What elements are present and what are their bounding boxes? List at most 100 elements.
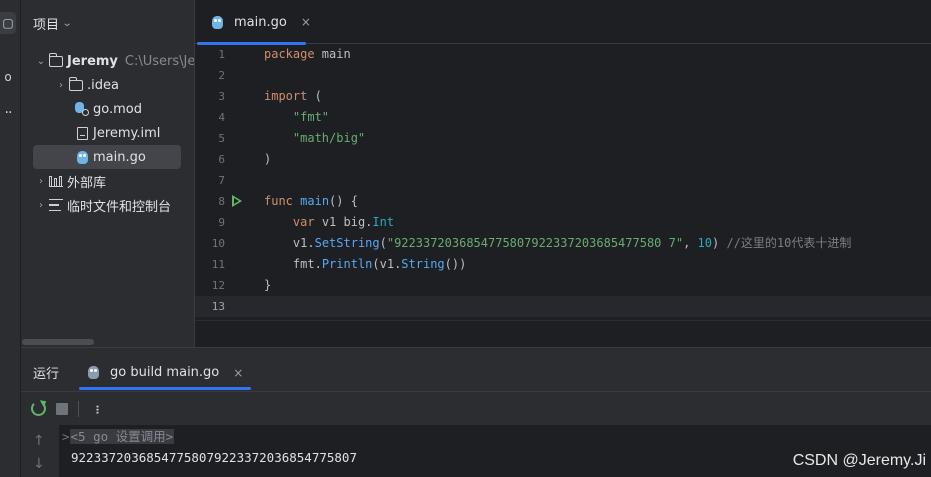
code-token: func bbox=[264, 194, 293, 208]
code-line-6: ) bbox=[263, 149, 931, 170]
module-folder-icon bbox=[48, 52, 64, 69]
code-line-9: var v1 big.Int bbox=[263, 212, 931, 233]
editor-empty-area bbox=[195, 320, 931, 347]
tree-item-label: Jeremy bbox=[67, 53, 118, 69]
code-token: package bbox=[264, 47, 315, 61]
line-number: 4 bbox=[218, 111, 225, 124]
editor-gutter: 1 2 3 4 5 6 7 8 9 10 11 12 13 bbox=[195, 44, 261, 320]
code-token: ) bbox=[264, 152, 272, 166]
console-command: <5 go 设置调用> bbox=[69, 429, 175, 444]
tree-item-main-go[interactable]: main.go bbox=[33, 145, 181, 169]
tree-item-scratches[interactable]: › 临时文件和控制台 bbox=[21, 193, 194, 217]
chevron-right-icon[interactable]: › bbox=[34, 176, 48, 187]
line-number: 1 bbox=[218, 48, 225, 61]
tab-main-go[interactable]: main.go × bbox=[195, 0, 311, 45]
file-icon bbox=[74, 125, 90, 141]
code-token: ()) bbox=[444, 257, 467, 271]
line-number: 6 bbox=[218, 153, 225, 166]
gopher-icon bbox=[209, 14, 225, 30]
project-tree: ⌄ Jeremy C:\Users\Jeremy › .idea go.mod … bbox=[21, 49, 194, 217]
project-panel-title: 项目 bbox=[33, 18, 60, 33]
code-token: , bbox=[683, 236, 698, 250]
code-line-10: v1.SetString("92233720368547758079223372… bbox=[263, 233, 931, 254]
code-token: fmt. bbox=[292, 257, 322, 271]
code-editor: main.go × 1 2 3 4 5 6 7 8 9 10 11 12 13 … bbox=[194, 0, 931, 347]
code-line-8: func main() { bbox=[263, 191, 931, 212]
line-number: 9 bbox=[218, 216, 225, 229]
more-tools-icon[interactable]: ·· bbox=[0, 102, 16, 124]
tree-item-go-mod[interactable]: go.mod bbox=[21, 97, 194, 121]
tree-item-idea[interactable]: › .idea bbox=[21, 73, 194, 97]
tree-item-path: C:\Users\Jeremy bbox=[124, 53, 194, 69]
code-token: SetString bbox=[314, 236, 380, 250]
tab-label: main.go bbox=[234, 14, 287, 30]
toolbar-separator bbox=[78, 400, 79, 417]
run-toolbar: ··· bbox=[21, 391, 931, 425]
console-command-line: ><5 go 设置调用> bbox=[62, 428, 175, 446]
commit-toolwindow-icon[interactable]: o bbox=[0, 66, 16, 88]
watermark: CSDN @Jeremy.Ji bbox=[792, 452, 926, 469]
tree-item-jeremy[interactable]: ⌄ Jeremy C:\Users\Jeremy bbox=[21, 49, 194, 73]
tree-item-external-libraries[interactable]: › 外部库 bbox=[21, 169, 194, 193]
line-number: 5 bbox=[218, 132, 225, 145]
close-icon[interactable]: × bbox=[233, 366, 243, 380]
run-panel: 运行 go build main.go × ··· ↑ ↓ ><5 go 设置调… bbox=[21, 347, 931, 477]
go-build-icon bbox=[85, 365, 101, 381]
code-token: "9223372036854775807922337203685477580 7… bbox=[386, 236, 684, 250]
scratches-icon bbox=[48, 197, 64, 213]
go-mod-icon bbox=[74, 101, 90, 117]
code-token: "math/big" bbox=[292, 131, 366, 145]
line-number: 8 bbox=[218, 195, 225, 208]
tree-item-jeremy-iml[interactable]: Jeremy.iml bbox=[21, 121, 194, 145]
code-token: Int bbox=[372, 215, 395, 229]
tree-item-label: .idea bbox=[87, 77, 119, 93]
code-line-1: package main bbox=[263, 44, 931, 65]
chevron-down-icon: ⌄ bbox=[61, 18, 73, 29]
arrow-down-icon[interactable]: ↓ bbox=[33, 456, 45, 472]
code-token: String bbox=[401, 257, 445, 271]
code-token: ) bbox=[711, 236, 727, 250]
tab-label: go build main.go bbox=[110, 365, 220, 380]
console-side-toolbar: ↑ ↓ bbox=[21, 425, 59, 477]
line-number: 12 bbox=[211, 279, 225, 292]
chevron-down-icon[interactable]: ⌄ bbox=[34, 56, 48, 67]
tree-item-label: 外部库 bbox=[67, 175, 107, 191]
arrow-up-icon[interactable]: ↑ bbox=[33, 433, 45, 449]
project-toolwindow-icon[interactable]: ▢ bbox=[0, 12, 16, 34]
gopher-icon bbox=[74, 149, 90, 165]
code-token: () { bbox=[329, 194, 358, 208]
close-icon[interactable]: × bbox=[301, 15, 311, 29]
code-token: import bbox=[264, 89, 308, 103]
tree-item-label: Jeremy.iml bbox=[93, 125, 161, 141]
chevron-right-icon[interactable]: › bbox=[54, 80, 68, 91]
tab-run-configuration[interactable]: go build main.go × bbox=[77, 356, 252, 390]
tree-item-label: main.go bbox=[93, 149, 146, 165]
line-number-current: 13 bbox=[211, 300, 225, 313]
library-icon bbox=[48, 173, 64, 189]
project-panel-header[interactable]: 项目 ⌄ bbox=[33, 14, 73, 33]
code-token: main bbox=[300, 194, 330, 208]
code-token: v1. bbox=[292, 236, 315, 250]
run-gutter-icon[interactable] bbox=[232, 195, 242, 207]
code-token: ( bbox=[307, 89, 322, 103]
active-tab-indicator bbox=[79, 387, 252, 390]
more-options-icon[interactable]: ··· bbox=[88, 404, 107, 413]
horizontal-scrollbar[interactable] bbox=[22, 339, 94, 345]
chevron-right-icon[interactable]: › bbox=[34, 200, 48, 211]
code-token: } bbox=[264, 278, 272, 292]
code-token: v1 big. bbox=[314, 215, 373, 229]
rerun-icon[interactable] bbox=[31, 401, 46, 416]
code-token: ( bbox=[379, 236, 387, 250]
stop-icon[interactable] bbox=[56, 402, 68, 415]
code-area[interactable]: package main import ( "fmt" "math/big" )… bbox=[263, 44, 931, 317]
code-token: main bbox=[314, 47, 351, 61]
line-number: 10 bbox=[211, 237, 225, 250]
line-number: 3 bbox=[218, 90, 225, 103]
code-line-5: "math/big" bbox=[263, 128, 931, 149]
line-number: 11 bbox=[211, 258, 225, 271]
tool-window-strip: ▢ o ·· bbox=[0, 0, 21, 477]
editor-tab-bar: main.go × bbox=[195, 0, 931, 45]
